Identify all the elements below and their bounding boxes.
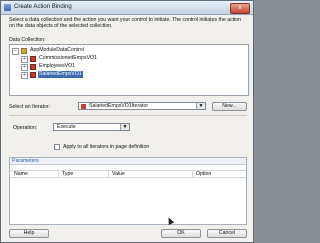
column-divider <box>108 171 109 178</box>
iterator-value: SalariedEmpsVO1Iterator <box>89 103 149 109</box>
cancel-button[interactable]: Cancel <box>207 229 247 238</box>
parameters-table-header: Name Type Value Option <box>10 170 246 178</box>
expand-icon[interactable]: + <box>21 71 28 79</box>
data-control-icon <box>21 47 27 54</box>
iterator-label: Select an Iterator: <box>9 104 50 110</box>
help-button[interactable]: Help <box>9 229 49 238</box>
column-header-name[interactable]: Name <box>12 171 28 178</box>
parameters-title: Parameters <box>10 158 246 165</box>
separator <box>9 115 247 116</box>
iterator-icon <box>81 104 86 109</box>
data-collection-label: Data Collection: <box>9 37 46 43</box>
expand-icon[interactable]: + <box>21 63 28 71</box>
collapse-icon[interactable]: − <box>12 47 19 55</box>
chevron-down-icon[interactable]: ▼ <box>196 103 205 109</box>
column-header-type[interactable]: Type <box>60 171 73 178</box>
column-divider <box>192 171 193 178</box>
tree-item-label-selected: SalariedEmpsVO1 <box>38 71 83 78</box>
view-object-icon <box>30 55 36 62</box>
create-action-binding-dialog: Create Action Binding x Select a data co… <box>0 0 254 243</box>
parameters-panel: Parameters Name Type Value Option <box>9 157 247 225</box>
app-icon <box>4 4 11 11</box>
column-header-value[interactable]: Value <box>110 171 125 178</box>
view-object-icon <box>30 63 36 70</box>
chevron-down-icon[interactable]: ▼ <box>120 124 129 130</box>
tree-item-label: CommissionedEmpsVO1 <box>39 55 97 61</box>
column-divider <box>58 171 59 178</box>
iterator-select[interactable]: SalariedEmpsVO1Iterator ▼ <box>78 102 206 110</box>
dialog-title: Create Action Binding <box>14 4 72 10</box>
operation-value: Execute <box>57 124 76 130</box>
apply-all-checkbox[interactable] <box>54 144 60 150</box>
new-iterator-button[interactable]: New... <box>212 102 247 111</box>
tree-item-label: EmployeesVO1 <box>39 63 76 69</box>
operation-select[interactable]: Execute ▼ <box>53 123 130 131</box>
close-button[interactable]: x <box>230 3 250 14</box>
description-text: Select a data collection and the action … <box>9 17 242 30</box>
operation-label: Operation: <box>13 125 38 131</box>
column-header-option[interactable]: Option <box>194 171 211 178</box>
data-collection-tree[interactable]: − AppModuleDataControl + CommissionedEmp… <box>9 44 249 96</box>
apply-all-label: Apply to all iterators in page definitio… <box>63 144 150 150</box>
title-bar[interactable]: Create Action Binding x <box>1 1 253 15</box>
ok-button[interactable]: OK <box>161 229 201 238</box>
tree-root-label: AppModuleDataControl <box>30 47 84 53</box>
expand-icon[interactable]: + <box>21 55 28 63</box>
view-object-icon <box>30 71 36 78</box>
